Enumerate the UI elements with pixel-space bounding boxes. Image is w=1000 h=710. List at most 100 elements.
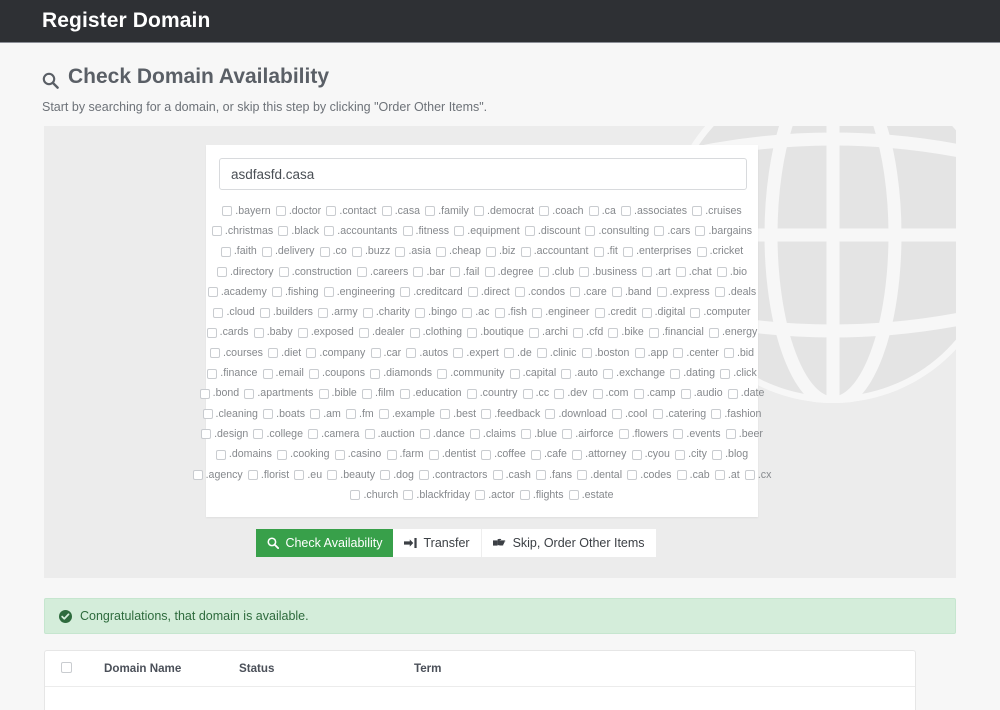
tld-checkbox-dog[interactable]: .dog <box>380 469 414 481</box>
tld-checkbox-construction[interactable]: .construction <box>278 266 352 278</box>
tld-checkbox-charity[interactable]: .charity <box>362 307 410 318</box>
tld-checkbox-direct[interactable]: .direct <box>467 286 510 298</box>
tld-checkbox-careers[interactable]: .careers <box>357 266 408 278</box>
tld-checkbox-bond[interactable]: .bond <box>199 388 239 399</box>
tld-checkbox-boutique[interactable]: .boutique <box>467 327 524 338</box>
tld-checkbox-click[interactable]: .click <box>720 368 757 379</box>
tld-checkbox-ac[interactable]: .ac <box>462 307 489 318</box>
tld-checkbox-florist[interactable]: .florist <box>247 469 289 481</box>
tld-checkbox-boston[interactable]: .boston <box>581 347 629 359</box>
tld-checkbox-army[interactable]: .army <box>318 307 358 318</box>
tld-checkbox-email[interactable]: .email <box>262 368 304 379</box>
tld-checkbox-estate[interactable]: .estate <box>568 489 614 501</box>
tld-checkbox-art[interactable]: .art <box>642 266 671 278</box>
tld-checkbox-archi[interactable]: .archi <box>529 327 568 338</box>
tld-checkbox-feedback[interactable]: .feedback <box>481 408 540 420</box>
tld-checkbox-builders[interactable]: .builders <box>259 307 313 318</box>
tld-checkbox-fashion[interactable]: .fashion <box>711 408 761 420</box>
tld-checkbox-film[interactable]: .film <box>362 388 394 399</box>
tld-checkbox-college[interactable]: .college <box>253 428 303 440</box>
tld-checkbox-autos[interactable]: .autos <box>406 347 448 359</box>
tld-checkbox-design[interactable]: .design <box>201 428 248 440</box>
tld-checkbox-cfd[interactable]: .cfd <box>573 327 603 338</box>
tld-checkbox-associates[interactable]: .associates <box>621 205 687 217</box>
tld-checkbox-flights[interactable]: .flights <box>519 489 564 501</box>
tld-checkbox-auction[interactable]: .auction <box>364 428 415 440</box>
tld-checkbox-best[interactable]: .best <box>440 408 476 420</box>
tld-checkbox-bargains[interactable]: .bargains <box>695 225 752 237</box>
tld-checkbox-accountants[interactable]: .accountants <box>324 225 397 237</box>
tld-checkbox-credit[interactable]: .credit <box>594 307 636 318</box>
tld-checkbox-enterprises[interactable]: .enterprises <box>623 246 691 257</box>
tld-checkbox-airforce[interactable]: .airforce <box>562 428 614 440</box>
tld-checkbox-cards[interactable]: .cards <box>206 327 249 338</box>
tld-checkbox-bar[interactable]: .bar <box>413 266 445 278</box>
tld-checkbox-blue[interactable]: .blue <box>521 428 557 440</box>
tld-checkbox-cloud[interactable]: .cloud <box>213 307 255 318</box>
tld-checkbox-date[interactable]: .date <box>727 388 764 399</box>
tld-checkbox-coupons[interactable]: .coupons <box>309 368 365 379</box>
tld-checkbox-bingo[interactable]: .bingo <box>415 307 457 318</box>
tld-checkbox-camp[interactable]: .camp <box>633 388 676 399</box>
tld-checkbox-express[interactable]: .express <box>656 286 710 298</box>
tld-checkbox-codes[interactable]: .codes <box>627 469 671 481</box>
tld-checkbox-beer[interactable]: .beer <box>725 428 763 440</box>
tld-checkbox-consulting[interactable]: .consulting <box>585 225 649 237</box>
tld-checkbox-clinic[interactable]: .clinic <box>536 347 576 359</box>
tld-checkbox-community[interactable]: .community <box>437 368 504 379</box>
tld-checkbox-engineering[interactable]: .engineering <box>323 286 395 298</box>
select-all-checkbox[interactable] <box>61 661 104 676</box>
tld-checkbox-accountant[interactable]: .accountant <box>520 246 589 257</box>
tld-checkbox-fm[interactable]: .fm <box>346 408 374 420</box>
tld-checkbox-fit[interactable]: .fit <box>593 246 618 257</box>
tld-checkbox-dev[interactable]: .dev <box>554 388 587 399</box>
tld-checkbox-cleaning[interactable]: .cleaning <box>202 408 258 420</box>
tld-checkbox-blackfriday[interactable]: .blackfriday <box>403 489 470 501</box>
tld-checkbox-cc[interactable]: .cc <box>522 388 549 399</box>
tld-checkbox-city[interactable]: .city <box>675 449 707 460</box>
tld-checkbox-actor[interactable]: .actor <box>475 489 515 501</box>
tld-checkbox-cab[interactable]: .cab <box>676 469 710 481</box>
tld-checkbox-equipment[interactable]: .equipment <box>454 225 520 237</box>
tld-checkbox-diet[interactable]: .diet <box>268 347 301 359</box>
tld-checkbox-faith[interactable]: .faith <box>220 246 257 257</box>
tld-checkbox-delivery[interactable]: .delivery <box>261 246 314 257</box>
tld-checkbox-car[interactable]: .car <box>370 347 401 359</box>
tld-checkbox-eu[interactable]: .eu <box>294 469 322 481</box>
tld-checkbox-band[interactable]: .band <box>611 286 651 298</box>
tld-checkbox-domains[interactable]: .domains <box>215 449 272 460</box>
tld-checkbox-condos[interactable]: .condos <box>514 286 565 298</box>
tld-checkbox-camera[interactable]: .camera <box>308 428 359 440</box>
tld-checkbox-cars[interactable]: .cars <box>654 225 690 237</box>
tld-checkbox-exposed[interactable]: .exposed <box>297 327 354 338</box>
tld-checkbox-finance[interactable]: .finance <box>207 368 257 379</box>
tld-checkbox-company[interactable]: .company <box>306 347 365 359</box>
tld-checkbox-cafe[interactable]: .cafe <box>530 449 567 460</box>
tld-checkbox-audio[interactable]: .audio <box>680 388 723 399</box>
tld-checkbox-farm[interactable]: .farm <box>386 449 424 460</box>
tld-checkbox-ca[interactable]: .ca <box>588 205 616 217</box>
tld-checkbox-contractors[interactable]: .contractors <box>419 469 487 481</box>
tld-checkbox-fitness[interactable]: .fitness <box>402 225 449 237</box>
tld-checkbox-center[interactable]: .center <box>673 347 719 359</box>
tld-checkbox-capital[interactable]: .capital <box>509 368 556 379</box>
tld-checkbox-casa[interactable]: .casa <box>381 205 420 217</box>
tld-checkbox-attorney[interactable]: .attorney <box>572 449 626 460</box>
tld-checkbox-co[interactable]: .co <box>319 246 347 257</box>
tld-checkbox-education[interactable]: .education <box>399 388 462 399</box>
tld-checkbox-dating[interactable]: .dating <box>670 368 715 379</box>
tld-checkbox-cx[interactable]: .cx <box>744 469 771 481</box>
tld-checkbox-dance[interactable]: .dance <box>419 428 465 440</box>
tld-checkbox-asia[interactable]: .asia <box>395 246 431 257</box>
tld-checkbox-cool[interactable]: .cool <box>611 408 647 420</box>
tld-checkbox-apartments[interactable]: .apartments <box>244 388 313 399</box>
tld-checkbox-flowers[interactable]: .flowers <box>618 428 668 440</box>
tld-checkbox-chat[interactable]: .chat <box>675 266 712 278</box>
tld-checkbox-club[interactable]: .club <box>538 266 574 278</box>
tld-checkbox-cash[interactable]: .cash <box>492 469 531 481</box>
tld-checkbox-doctor[interactable]: .doctor <box>275 205 321 217</box>
tld-checkbox-creditcard[interactable]: .creditcard <box>400 286 463 298</box>
tld-checkbox-business[interactable]: .business <box>579 266 637 278</box>
tld-checkbox-cricket[interactable]: .cricket <box>696 246 743 257</box>
tld-checkbox-fishing[interactable]: .fishing <box>271 286 319 298</box>
